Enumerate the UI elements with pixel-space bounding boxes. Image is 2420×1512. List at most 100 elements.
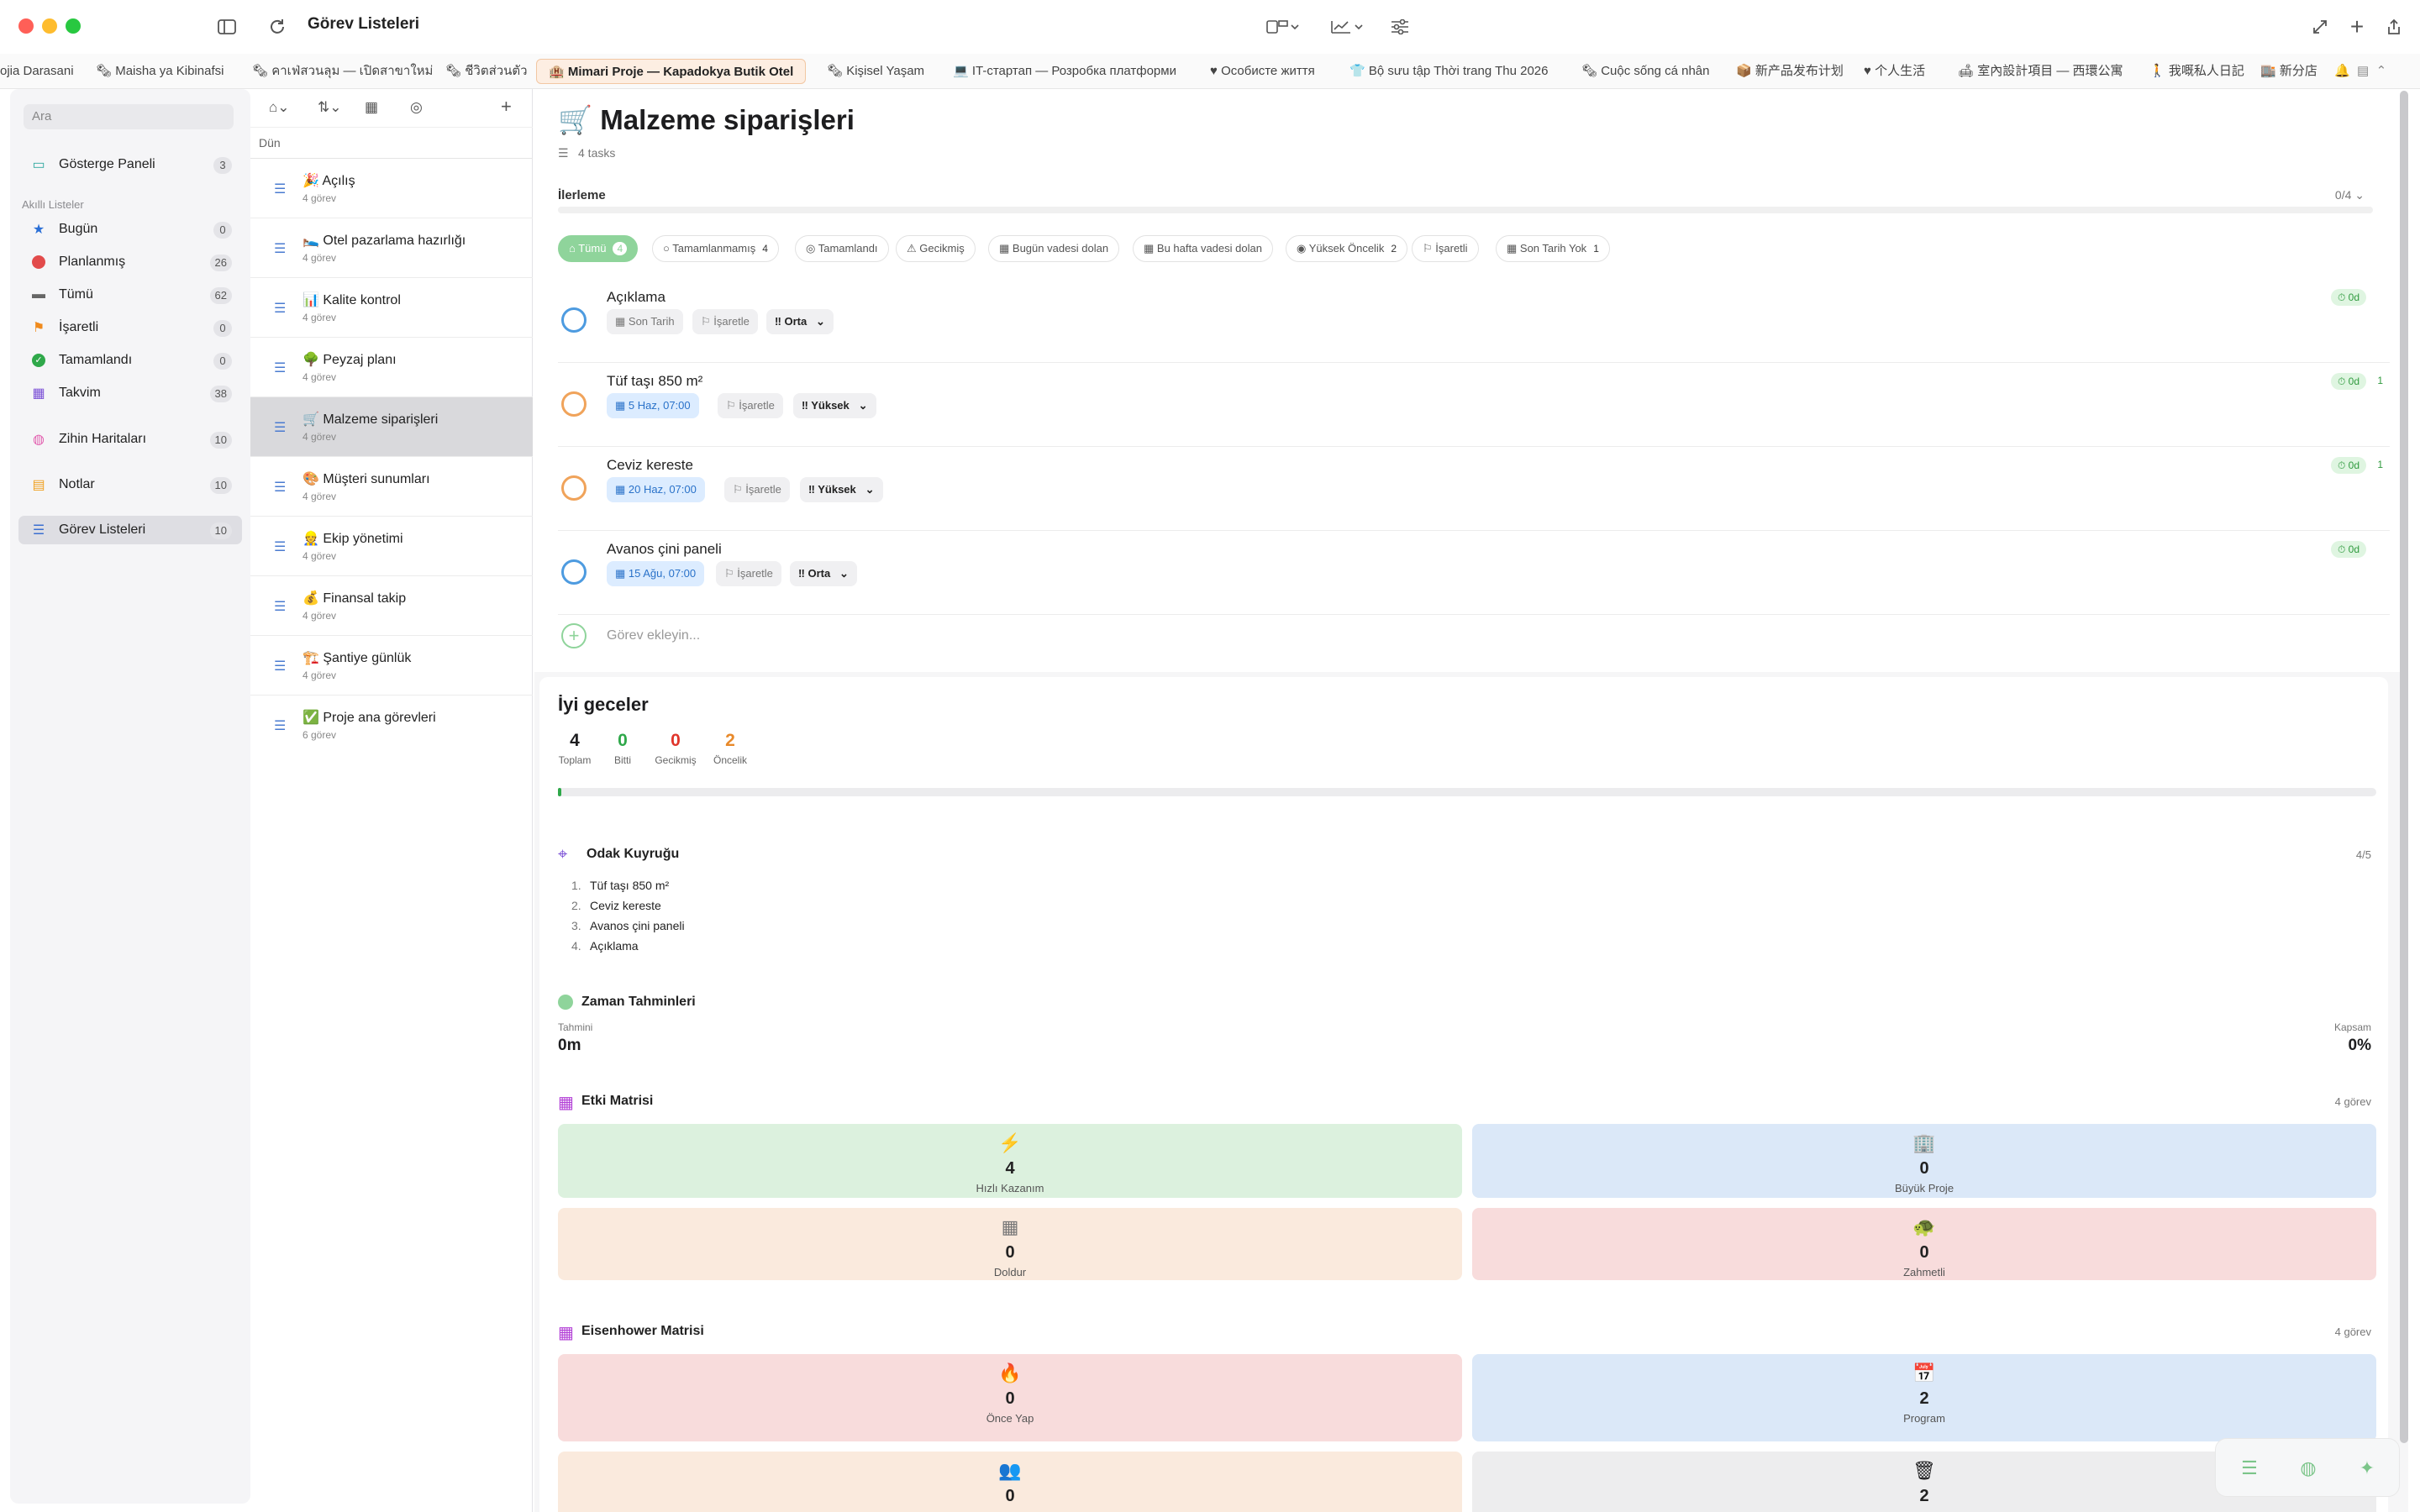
sidebar-item-scheduled[interactable]: Planlanmış 26 [18,248,242,276]
sidebar-icon[interactable]: ▤ [2357,64,2369,78]
flag-button[interactable]: ⚐ İşaretle [692,309,758,334]
tab-12[interactable]: 🛋 室內設計項目 — 西環公寓 [1958,59,2123,84]
add-list-icon[interactable]: + [501,96,512,118]
flag-button[interactable]: ⚐ İşaretle [716,561,781,586]
minimize-window-button[interactable] [42,18,57,34]
sidebar-item-notes[interactable]: ▤ Notlar 10 [18,470,242,499]
tab-6[interactable]: 💻 IT-стартап — Розробка платформи [953,59,1176,84]
brain-icon[interactable]: ◍ [2296,1457,2320,1481]
sliders-icon[interactable] [1386,13,1413,40]
filter-high-priority[interactable]: ◉ Yüksek Öncelik 2 [1286,235,1408,262]
list-item[interactable]: ☰ 🌳 Peyzaj planı 4 görev [250,338,533,397]
group-icon[interactable]: ▦ [365,99,378,116]
due-date-button[interactable]: ▦ 15 Ağu, 07:00 [607,561,705,586]
bell-icon[interactable]: 🔔 [2334,64,2350,78]
task-checkbox[interactable] [561,559,587,585]
progress-value[interactable]: 0/4 ⌄ [2335,188,2365,202]
sort-icon[interactable]: ⇅⌄ [318,99,342,116]
sidebar-item-today[interactable]: ★ Bugün 0 [18,215,242,244]
matrix-do-first[interactable]: 🔥 0 Önce Yap [558,1354,1462,1441]
checklist-icon[interactable]: ☰ [2238,1457,2261,1481]
list-item[interactable]: ☰ 🛌 Otel pazarlama hazırlığı 4 görev [250,218,533,278]
inbox-filter-icon[interactable]: ⌂⌄ [269,99,290,116]
list-item[interactable]: ☰ ✅ Proje ana görevleri 6 görev [250,696,533,755]
flag-button[interactable]: ⚐ İşaretle [718,393,783,418]
priority-select[interactable]: ‼ Orta ⌄ [766,309,834,334]
flag-button[interactable]: ⚐ İşaretle [724,477,790,502]
tab-10[interactable]: 📦 新产品发布计划 [1736,59,1844,84]
priority-select[interactable]: ‼ Orta ⌄ [790,561,857,586]
sidebar-item-mindmaps[interactable]: ◍ Zihin Haritaları 10 [18,425,242,454]
magic-wand-icon[interactable]: ✦ [2355,1457,2379,1481]
tab-13[interactable]: 🚶 我嘅私人日記 [2149,59,2244,84]
task-checkbox[interactable] [561,475,587,501]
sidebar-item-flagged[interactable]: ⚑ İşaretli 0 [18,313,242,342]
tab-0[interactable]: ojia Darasani [0,59,74,84]
focus-item[interactable]: 3. Avanos çini paneli [571,919,685,932]
check-circle-icon[interactable]: ◎ [410,99,423,116]
filter-overdue[interactable]: ⚠ Gecikmiş [896,235,976,262]
tab-1[interactable]: 🗞 Maisha ya Kibinafsi [96,59,224,84]
task-row[interactable]: Tüf taşı 850 m² ▦ 5 Haz, 07:00 ⚐ İşaretl… [558,363,2390,447]
list-item-selected[interactable]: ☰ 🛒 Malzeme siparişleri 4 görev [250,397,533,457]
filter-all[interactable]: ⌂ Tümü 4 [558,235,639,262]
matrix-quick-wins[interactable]: ⚡ 4 Hızlı Kazanım [558,1124,1462,1198]
sidebar-item-completed[interactable]: ✓ Tamamlandı 0 [18,346,242,375]
filter-due-today[interactable]: ▦ Bugün vadesi dolan [988,235,1120,262]
due-date-button[interactable]: ▦ Son Tarih [607,309,683,334]
task-title[interactable]: Ceviz kereste [607,457,693,474]
list-item[interactable]: ☰ 🏗️ Şantiye günlük 4 görev [250,636,533,696]
scrollbar[interactable] [2400,91,2408,1443]
sidebar-item-dashboard[interactable]: ▭ Gösterge Paneli 3 [18,150,242,179]
tab-7[interactable]: ♥ Особисте життя [1210,59,1315,84]
task-title[interactable]: Tüf taşı 850 m² [607,373,702,390]
tab-9[interactable]: 🗞 Cuộc sống cá nhân [1581,59,1709,84]
priority-select[interactable]: ‼ Yüksek ⌄ [793,393,876,418]
tab-5[interactable]: 🗞 Kişisel Yaşam [827,59,924,84]
filter-no-due-date[interactable]: ▦ Son Tarih Yok 1 [1496,235,1610,262]
sidebar-item-tasklists[interactable]: ☰ Görev Listeleri 10 [18,516,242,544]
filter-flagged[interactable]: ⚐ İşaretli [1412,235,1479,262]
share-icon[interactable] [2381,13,2407,40]
due-date-button[interactable]: ▦ 20 Haz, 07:00 [607,477,705,502]
matrix-delegate[interactable]: 👥 0 [558,1452,1462,1512]
focus-item[interactable]: 1. Tüf taşı 850 m² [571,879,669,892]
task-title[interactable]: Açıklama [607,289,666,306]
task-checkbox[interactable] [561,307,587,333]
add-task-input[interactable]: Görev ekleyin... [607,628,700,643]
filter-incomplete[interactable]: ○ Tamamlanmamış 4 [652,235,779,262]
filter-completed[interactable]: ◎ Tamamlandı [795,235,889,262]
list-item[interactable]: ☰ 👷 Ekip yönetimi 4 görev [250,517,533,576]
sync-icon[interactable] [264,13,291,40]
collapse-icon[interactable] [2307,13,2333,40]
sidebar-item-all[interactable]: ▬ Tümü 62 [18,281,242,309]
list-item[interactable]: ☰ 🎨 Müşteri sunumları 4 görev [250,457,533,517]
tab-8[interactable]: 👕 Bộ sưu tập Thời trang Thu 2026 [1349,59,1549,84]
sidebar-toggle-icon[interactable] [213,13,240,40]
task-row[interactable]: Açıklama ▦ Son Tarih ⚐ İşaretle ‼ Orta ⌄… [558,279,2390,363]
add-task-icon[interactable]: + [561,623,587,648]
focus-item[interactable]: 4. Açıklama [571,939,639,953]
task-checkbox[interactable] [561,391,587,417]
add-icon[interactable]: + [2344,13,2370,40]
matrix-fill-in[interactable]: ▦ 0 Doldur [558,1208,1462,1280]
close-window-button[interactable] [18,18,34,34]
list-item[interactable]: ☰ 📊 Kalite kontrol 4 görev [250,278,533,338]
tab-4-active[interactable]: 🏨 Mimari Proje — Kapadokya Butik Otel [536,59,807,84]
tab-3[interactable]: 🗞 ชีวิตส่วนตัว [445,59,528,84]
tab-11[interactable]: ♥ 个人生活 [1864,59,1925,84]
focus-item[interactable]: 2. Ceviz kereste [571,899,661,912]
list-item[interactable]: ☰ 🎉 Açılış 4 görev [250,159,533,218]
matrix-schedule[interactable]: 📅 2 Program [1472,1354,2376,1441]
tab-14[interactable]: 🏬 新分店 [2260,59,2317,84]
search-input[interactable]: Ara [24,104,234,129]
task-row[interactable]: Avanos çini paneli ▦ 15 Ağu, 07:00 ⚐ İşa… [558,531,2390,615]
chevron-up-icon[interactable]: ⌃ [2376,64,2387,78]
filter-due-week[interactable]: ▦ Bu hafta vadesi dolan [1133,235,1273,262]
tab-2[interactable]: 🗞 คาเฟ่สวนลุม — เปิดสาขาใหม่ [252,59,433,84]
chart-icon[interactable] [1328,13,1366,40]
sidebar-item-calendar[interactable]: ▦ Takvim 38 [18,379,242,407]
matrix-thankless[interactable]: 🐢 0 Zahmetli [1472,1208,2376,1280]
zoom-window-button[interactable] [66,18,81,34]
due-date-button[interactable]: ▦ 5 Haz, 07:00 [607,393,699,418]
